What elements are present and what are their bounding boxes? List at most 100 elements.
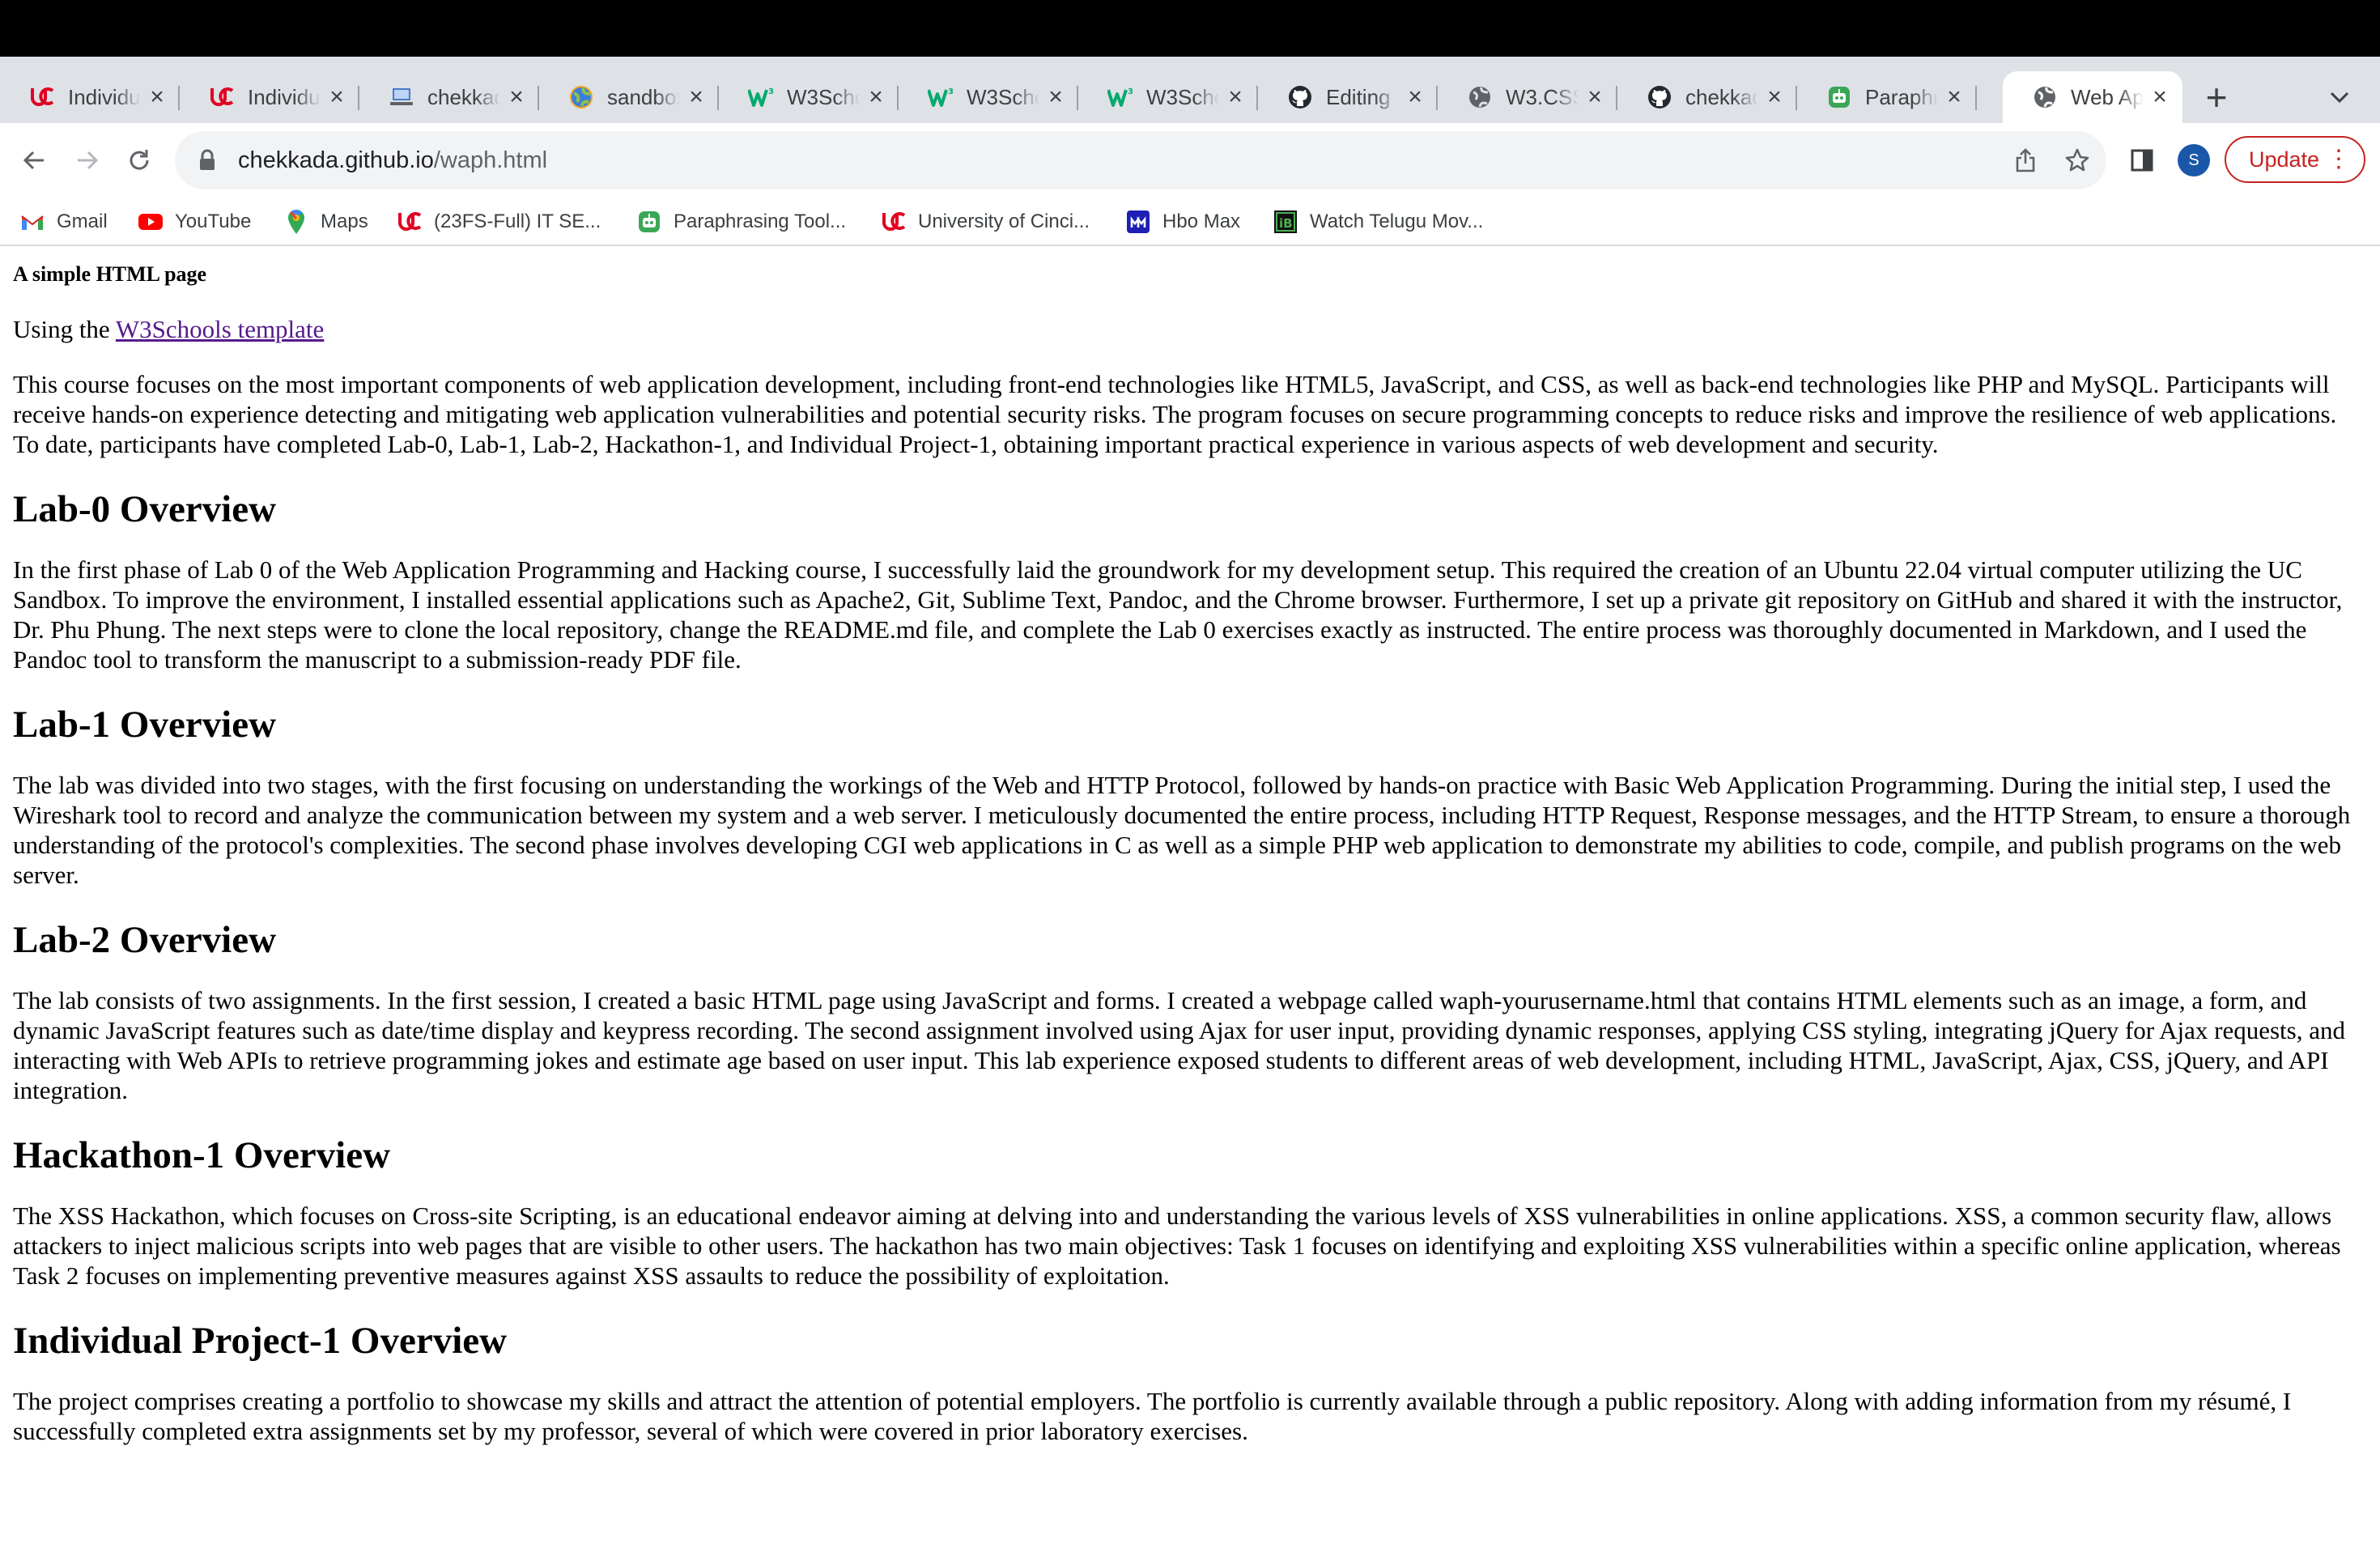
lock-icon[interactable] <box>196 147 219 173</box>
tab-w3-css[interactable]: W3.CSS × <box>1438 71 1617 123</box>
close-icon[interactable]: × <box>1583 85 1606 109</box>
tab-strip: Individual Project × Individual Project … <box>0 57 2380 123</box>
back-arrow-icon[interactable] <box>13 139 55 181</box>
url-host: chekkada.github.io <box>238 147 434 173</box>
maps-icon <box>283 209 309 235</box>
close-icon[interactable]: × <box>505 85 528 109</box>
globe-colored-icon <box>568 84 594 110</box>
bookmark-it-se[interactable]: (23FS-Full) IT SE... <box>397 207 601 236</box>
tab-paraphrasing[interactable]: Paraphrasing × <box>1797 71 1977 123</box>
uc-logo-icon <box>397 209 423 235</box>
tab-title: Editing <box>1326 84 1391 109</box>
url-text[interactable]: chekkada.github.io/waph.html <box>238 147 547 174</box>
tab-title: chekkada <box>1685 84 1758 109</box>
more-menu-icon[interactable]: ⋮ <box>2327 146 2351 173</box>
robot-icon <box>1826 84 1852 110</box>
bookmark-maps[interactable]: Maps <box>283 207 368 236</box>
github-icon <box>1647 84 1672 110</box>
reload-icon[interactable] <box>118 139 160 181</box>
close-icon[interactable]: × <box>1943 85 1966 109</box>
w3schools-icon: 3 <box>748 84 774 110</box>
bookmark-label: YouTube <box>175 211 252 232</box>
bookmark-star-icon[interactable] <box>2059 142 2095 178</box>
url-path: /waph.html <box>433 147 548 173</box>
close-icon[interactable]: × <box>1763 85 1786 109</box>
bookmark-youtube[interactable]: YouTube <box>138 207 251 236</box>
tab-title: Web Application <box>2071 84 2144 109</box>
lab0-paragraph: In the first phase of Lab 0 of the Web A… <box>13 555 2343 674</box>
bookmark-label: Maps <box>321 211 368 232</box>
tab-individual-project-1[interactable]: Individual Project × <box>0 71 180 123</box>
bookmark-university-of-cincinnati[interactable]: University of Cinci... <box>881 207 1090 236</box>
lab1-paragraph: The lab was divided into two stages, wit… <box>13 771 2351 889</box>
uc-logo-icon <box>881 209 907 235</box>
tab-chekkada-laptop[interactable]: chekkada × <box>359 71 539 123</box>
laptop-icon <box>389 84 414 110</box>
lab2-paragraph: The lab consists of two assignments. In … <box>13 986 2345 1104</box>
hackathon1-heading: Hackathon-1 Overview <box>13 1134 391 1176</box>
tab-w3schools-2[interactable]: 3 W3Schools × <box>899 71 1078 123</box>
lab2-heading: Lab-2 Overview <box>13 919 277 961</box>
side-panel-icon[interactable] <box>2121 139 2163 181</box>
tab-title: Individual Project <box>68 84 141 109</box>
github-icon <box>1287 84 1313 110</box>
tab-w3schools-3[interactable]: 3 W3Schools × <box>1078 71 1258 123</box>
globe-icon <box>1467 84 1493 110</box>
close-icon[interactable]: × <box>146 85 168 109</box>
page-content: A simple HTML page Using the W3Schools t… <box>13 246 2364 1548</box>
globe-icon <box>2032 84 2058 110</box>
w3schools-icon: 3 <box>1107 84 1133 110</box>
tab-individual-project-2[interactable]: Individual Project × <box>180 71 359 123</box>
tab-title: W3Schools <box>1146 84 1219 109</box>
bookmark-label: University of Cinci... <box>918 211 1090 232</box>
svg-text:3: 3 <box>1128 87 1133 96</box>
ibomma-icon: iB <box>1273 209 1298 235</box>
svg-text:iB: iB <box>1279 216 1293 231</box>
close-icon[interactable]: × <box>1224 85 1247 109</box>
w3schools-template-link[interactable]: W3Schools template <box>116 315 324 343</box>
tab-editing[interactable]: Editing × <box>1258 71 1438 123</box>
bookmark-gmail[interactable]: Gmail <box>19 207 108 236</box>
uc-logo-icon <box>209 84 235 110</box>
update-label: Update <box>2249 147 2320 172</box>
share-icon[interactable] <box>2008 142 2043 178</box>
chevron-down-icon[interactable] <box>2323 81 2356 113</box>
uc-logo-icon <box>29 84 55 110</box>
template-line: Using the W3Schools template <box>13 314 2364 345</box>
hbo-max-icon <box>1125 209 1151 235</box>
tab-title: W3Schools <box>967 84 1039 109</box>
tab-title: sandbox <box>607 84 680 109</box>
close-icon[interactable]: × <box>865 85 887 109</box>
tab-w3schools-1[interactable]: 3 W3Schools × <box>719 71 899 123</box>
tab-title: W3Schools <box>787 84 860 109</box>
browser-toolbar: chekkada.github.io/waph.html S Update ⋮ <box>0 123 2380 198</box>
close-icon[interactable]: × <box>1404 85 1426 109</box>
bookmark-label: Watch Telugu Mov... <box>1310 211 1484 232</box>
close-icon[interactable]: × <box>685 85 708 109</box>
lab0-heading: Lab-0 Overview <box>13 488 277 530</box>
address-bar[interactable]: chekkada.github.io/waph.html <box>175 131 2106 189</box>
tab-title: Paraphrasing <box>1865 84 1938 109</box>
tab-chekkada-github[interactable]: chekkada × <box>1617 71 1797 123</box>
tab-title: Individual Project <box>248 84 321 109</box>
new-tab-icon[interactable]: + <box>2195 76 2238 118</box>
update-button[interactable]: Update ⋮ <box>2225 136 2365 183</box>
tab-sandbox[interactable]: sandbox × <box>539 71 719 123</box>
close-icon[interactable]: × <box>1044 85 1067 109</box>
hackathon1-paragraph: The XSS Hackathon, which focuses on Cros… <box>13 1201 2341 1290</box>
course-intro-paragraph: This course focuses on the most importan… <box>13 370 2337 458</box>
profile-avatar[interactable]: S <box>2178 144 2210 176</box>
forward-arrow-icon[interactable] <box>66 139 108 181</box>
project1-heading: Individual Project-1 Overview <box>13 1320 508 1362</box>
youtube-icon <box>138 209 164 235</box>
close-icon[interactable]: × <box>2148 85 2171 109</box>
system-top-bar <box>0 0 2380 57</box>
bookmark-label: Paraphrasing Tool... <box>674 211 847 232</box>
page-title: A simple HTML page <box>13 262 207 286</box>
bookmark-paraphrasing[interactable]: Paraphrasing Tool... <box>636 207 846 236</box>
close-icon[interactable]: × <box>325 85 348 109</box>
svg-text:3: 3 <box>768 87 774 96</box>
tab-web-application-active[interactable]: Web Application × <box>2003 71 2182 123</box>
bookmark-hbo-max[interactable]: Hbo Max <box>1125 207 1240 236</box>
bookmark-watch-telugu[interactable]: iB Watch Telugu Mov... <box>1273 207 1483 236</box>
